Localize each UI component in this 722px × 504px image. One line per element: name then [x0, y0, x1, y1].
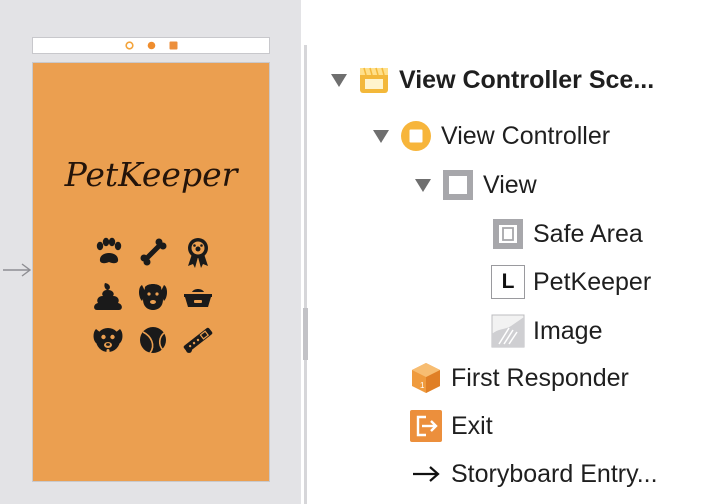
first-responder-icon: 1 [412, 363, 440, 393]
storyboard-canvas[interactable]: PetKeeper [0, 0, 301, 504]
exit-dock-icon[interactable] [169, 41, 178, 50]
outline-label-scene: View Controller Sce... [399, 65, 655, 94]
storyboard-entry-arrow-icon[interactable] [2, 262, 32, 278]
disclosure-triangle-icon[interactable] [373, 129, 389, 143]
entry-arrow-icon [413, 466, 440, 482]
scene-dock-bar[interactable] [32, 37, 270, 54]
panel-splitter-handle[interactable] [303, 308, 308, 360]
view-controller-canvas[interactable]: PetKeeper [32, 62, 270, 482]
dog-poop-icon [94, 283, 122, 310]
outline-label-safe-area: Safe Area [533, 219, 643, 248]
scene-icon [360, 67, 388, 93]
outline-item-view-controller[interactable]: View Controller [373, 116, 610, 156]
outline-item-view[interactable]: View [415, 165, 537, 205]
svg-text:1: 1 [420, 381, 425, 390]
exit-icon [410, 410, 442, 442]
tennis-ball-icon [140, 327, 166, 354]
food-bowl-icon [184, 289, 212, 307]
outline-label-view-controller: View Controller [441, 121, 611, 150]
label-icon-letter: L [501, 270, 515, 293]
view-controller-dock-icon[interactable] [125, 41, 134, 50]
dog-collar-icon [183, 327, 213, 353]
dog-face-icon [139, 284, 167, 310]
outline-label-image: Image [533, 316, 603, 345]
disclosure-triangle-icon[interactable] [415, 178, 431, 192]
image-view-icon [491, 314, 525, 348]
disclosure-triangle-icon[interactable] [331, 73, 347, 87]
bone-icon [140, 238, 167, 266]
first-responder-dock-icon[interactable] [147, 41, 156, 50]
outline-item-exit[interactable]: Exit [409, 406, 493, 446]
label-icon: L [491, 265, 525, 299]
pet-icons-image[interactable] [91, 235, 215, 357]
outline-label-view: View [483, 170, 537, 199]
view-icon [443, 170, 473, 200]
outline-item-image[interactable]: Image [491, 311, 602, 351]
outline-item-first-responder[interactable]: 1 First Responder [409, 358, 629, 398]
outline-label-storyboard-entry: Storyboard Entry... [451, 459, 658, 488]
outline-label-petkeeper: PetKeeper [533, 267, 652, 296]
outline-label-exit: Exit [451, 411, 493, 440]
puppy-face-icon [93, 328, 123, 354]
panel-splitter[interactable] [304, 45, 307, 504]
outline-item-label[interactable]: L PetKeeper [491, 262, 651, 302]
outline-item-storyboard-entry[interactable]: Storyboard Entry... [409, 454, 658, 494]
safe-area-icon [493, 219, 523, 249]
app-title-label[interactable]: PetKeeper [33, 155, 269, 194]
document-outline[interactable]: View Controller Sce... View Controller V… [309, 0, 722, 504]
outline-item-scene[interactable]: View Controller Sce... [331, 60, 654, 100]
view-controller-icon [401, 121, 431, 151]
paw-icon [96, 237, 122, 264]
outline-label-first-responder: First Responder [451, 363, 629, 392]
outline-item-safe-area[interactable]: Safe Area [491, 214, 643, 254]
award-ribbon-icon [188, 238, 208, 268]
